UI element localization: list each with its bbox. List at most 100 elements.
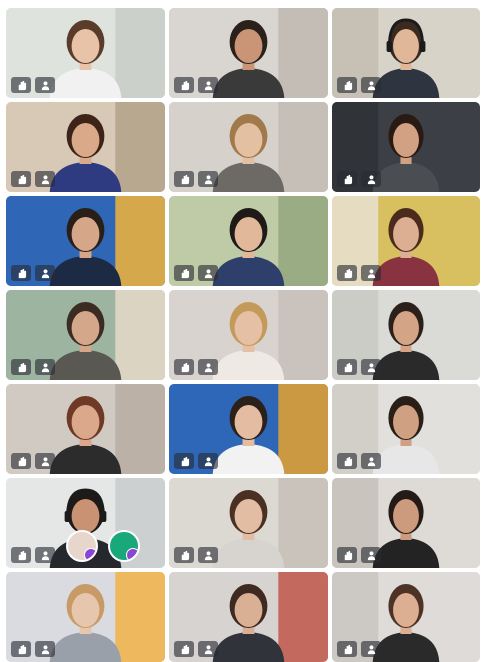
video-tile-9[interactable] bbox=[332, 196, 480, 286]
face bbox=[234, 29, 263, 63]
hand-button[interactable] bbox=[337, 359, 357, 375]
video-tile-6[interactable] bbox=[332, 102, 480, 192]
person-button[interactable] bbox=[35, 171, 55, 187]
video-tile-19[interactable] bbox=[6, 572, 165, 662]
hand-button[interactable] bbox=[174, 641, 194, 657]
tile-controls bbox=[11, 641, 55, 657]
video-tile-7[interactable] bbox=[6, 196, 165, 286]
hand-button[interactable] bbox=[174, 547, 194, 563]
person-button[interactable] bbox=[361, 265, 381, 281]
video-tile-16[interactable] bbox=[6, 478, 165, 568]
person-button[interactable] bbox=[361, 171, 381, 187]
video-tile-20[interactable] bbox=[169, 572, 328, 662]
face bbox=[234, 217, 263, 251]
tile-controls bbox=[11, 171, 55, 187]
hand-button[interactable] bbox=[174, 453, 194, 469]
person-button[interactable] bbox=[35, 641, 55, 657]
video-tile-14[interactable] bbox=[169, 384, 328, 474]
hand-button[interactable] bbox=[337, 171, 357, 187]
hand-button[interactable] bbox=[174, 77, 194, 93]
hand-icon bbox=[18, 550, 26, 560]
face bbox=[393, 217, 419, 251]
person-icon bbox=[204, 362, 212, 372]
person-button[interactable] bbox=[361, 641, 381, 657]
hand-button[interactable] bbox=[337, 453, 357, 469]
face bbox=[393, 593, 419, 627]
background-wall bbox=[115, 196, 165, 286]
person-icon bbox=[204, 174, 212, 184]
person-icon bbox=[41, 268, 49, 278]
person-icon bbox=[367, 644, 375, 654]
background-wall bbox=[115, 290, 165, 380]
person-button[interactable] bbox=[361, 359, 381, 375]
person-icon bbox=[41, 80, 49, 90]
person-button[interactable] bbox=[35, 265, 55, 281]
hand-button[interactable] bbox=[11, 77, 31, 93]
face bbox=[393, 499, 419, 533]
hand-button[interactable] bbox=[174, 359, 194, 375]
tile-controls bbox=[11, 265, 55, 281]
hand-button[interactable] bbox=[11, 453, 31, 469]
hand-button[interactable] bbox=[11, 171, 31, 187]
video-tile-10[interactable] bbox=[6, 290, 165, 380]
hand-icon bbox=[18, 268, 26, 278]
hand-button[interactable] bbox=[337, 265, 357, 281]
video-tile-5[interactable] bbox=[169, 102, 328, 192]
person-icon bbox=[204, 80, 212, 90]
hand-icon bbox=[181, 174, 189, 184]
person-button[interactable] bbox=[198, 265, 218, 281]
tile-controls bbox=[11, 77, 55, 93]
person-button[interactable] bbox=[361, 547, 381, 563]
background-wall bbox=[278, 384, 328, 474]
hand-button[interactable] bbox=[174, 171, 194, 187]
person-icon bbox=[41, 174, 49, 184]
reaction-badge-icon bbox=[84, 548, 96, 560]
person-button[interactable] bbox=[198, 453, 218, 469]
video-tile-21[interactable] bbox=[332, 572, 480, 662]
hand-button[interactable] bbox=[337, 77, 357, 93]
video-tile-12[interactable] bbox=[332, 290, 480, 380]
tile-controls bbox=[337, 77, 381, 93]
hand-button[interactable] bbox=[337, 641, 357, 657]
person-button[interactable] bbox=[198, 547, 218, 563]
tile-controls bbox=[174, 171, 218, 187]
reaction-sound-wave[interactable] bbox=[108, 530, 140, 562]
person-button[interactable] bbox=[198, 77, 218, 93]
video-tile-2[interactable] bbox=[169, 8, 328, 98]
video-tile-13[interactable] bbox=[6, 384, 165, 474]
person-button[interactable] bbox=[198, 171, 218, 187]
person-icon bbox=[41, 644, 49, 654]
tile-controls bbox=[174, 641, 218, 657]
hand-button[interactable] bbox=[337, 547, 357, 563]
reaction-avatar[interactable] bbox=[66, 530, 98, 562]
face bbox=[393, 29, 419, 63]
person-button[interactable] bbox=[35, 453, 55, 469]
video-tile-15[interactable] bbox=[332, 384, 480, 474]
tile-controls bbox=[337, 265, 381, 281]
video-tile-17[interactable] bbox=[169, 478, 328, 568]
person-icon bbox=[367, 268, 375, 278]
background-wall bbox=[278, 8, 328, 98]
video-tile-18[interactable] bbox=[332, 478, 480, 568]
hand-button[interactable] bbox=[11, 265, 31, 281]
person-button[interactable] bbox=[198, 359, 218, 375]
person-button[interactable] bbox=[35, 77, 55, 93]
video-tile-4[interactable] bbox=[6, 102, 165, 192]
person-button[interactable] bbox=[198, 641, 218, 657]
hand-button[interactable] bbox=[174, 265, 194, 281]
background-wall bbox=[115, 8, 165, 98]
hand-button[interactable] bbox=[11, 547, 31, 563]
tile-controls bbox=[174, 265, 218, 281]
video-tile-1[interactable] bbox=[6, 8, 165, 98]
video-tile-8[interactable] bbox=[169, 196, 328, 286]
person-button[interactable] bbox=[35, 359, 55, 375]
video-tile-11[interactable] bbox=[169, 290, 328, 380]
person-button[interactable] bbox=[361, 453, 381, 469]
video-tile-3[interactable] bbox=[332, 8, 480, 98]
hand-button[interactable] bbox=[11, 641, 31, 657]
person-button[interactable] bbox=[361, 77, 381, 93]
tile-controls bbox=[11, 359, 55, 375]
hand-button[interactable] bbox=[11, 359, 31, 375]
person-icon bbox=[367, 456, 375, 466]
person-button[interactable] bbox=[35, 547, 55, 563]
